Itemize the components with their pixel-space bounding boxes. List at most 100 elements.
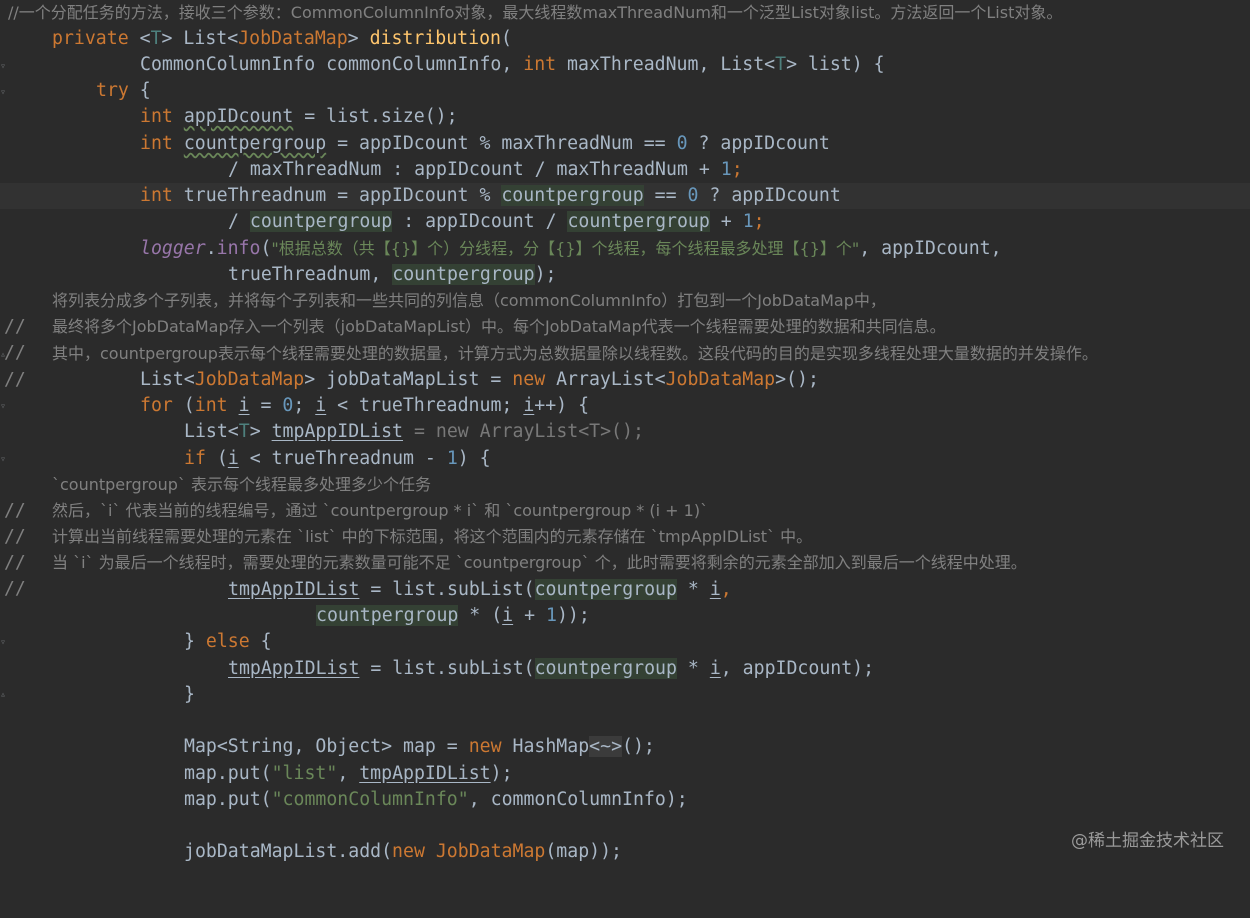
code-token: (); — [622, 736, 655, 757]
field-token: logger — [140, 238, 206, 259]
code-token: > list) { — [786, 54, 885, 75]
variable-token: countpergroup — [534, 658, 677, 679]
code-token: , commonColumnInfo); — [468, 789, 688, 810]
code-text: / countpergroup : appIDcount / countperg… — [228, 209, 765, 235]
comment-line: //一个分配任务的方法，接收三个参数：CommonColumnInfo对象，最大… — [0, 0, 1250, 26]
code-line-3: try { — [0, 78, 1250, 104]
keyword-token: try — [96, 80, 129, 101]
comment-line: // `countpergroup` 表示每个线程最多处理多少个任务 — [0, 472, 1250, 521]
code-token: > List< — [161, 28, 239, 49]
code-line-29: Map<String, Object> map = new HashMap<~>… — [0, 734, 1250, 760]
code-text: logger.info("根据总数（共【{}】个）分线程，分【{}】个线程，每个… — [140, 236, 1002, 262]
code-text: } else { — [184, 629, 272, 655]
comment-text: //一个分配任务的方法，接收三个参数：CommonColumnInfo对象，最大… — [8, 3, 1063, 22]
method-token: info — [216, 238, 261, 259]
variable-token: countpergroup — [534, 579, 677, 600]
code-text: List<JobDataMap> jobDataMapList = new Ar… — [140, 367, 819, 393]
type-param-token: T — [238, 421, 250, 442]
code-token: map.put( — [184, 789, 272, 810]
string-token: "根据总数（共【{}】个）分线程，分【{}】个线程，每个线程最多处理【{}】个" — [271, 239, 860, 258]
code-token: ? appIDcount — [698, 185, 841, 206]
comment-text: 然后，`i` 代表当前的线程编号，通过 `countpergroup * i` … — [52, 501, 709, 520]
code-line-15: for (int i = 0; i < trueThreadnum; i++) … — [0, 393, 1250, 419]
code-editor[interactable]: ▿ ▿ ▵ ▿ ▿ ▿ ▵ //一个分配任务的方法，接收三个参数：CommonC… — [0, 0, 1250, 873]
type-param-token: T — [150, 28, 162, 49]
variable-token: countpergroup — [392, 264, 535, 285]
code-token: , — [720, 579, 732, 600]
variable-token: countpergroup — [183, 133, 327, 154]
variable-token: appIDcount — [183, 106, 294, 127]
code-line-16: List<T> tmpAppIDList = new ArrayList<T>(… — [0, 419, 1250, 445]
code-token: > — [347, 28, 370, 49]
code-text: map.put("commonColumnInfo", commonColumn… — [184, 787, 688, 813]
code-text: try { — [96, 78, 151, 104]
code-token: . — [205, 238, 217, 259]
variable-token: i — [709, 579, 721, 600]
code-text: for (int i = 0; i < trueThreadnum; i++) … — [140, 393, 589, 419]
code-token: ++) { — [534, 395, 590, 416]
code-text: jobDataMapList.add(new JobDataMap(map)); — [184, 839, 622, 865]
code-token: ; — [293, 395, 316, 416]
keyword-token: new — [468, 736, 502, 757]
code-token: ( — [172, 395, 195, 416]
code-line-25: } else { — [0, 629, 1250, 655]
comment-text: 其中，countpergroup表示每个线程需要处理的数据量，计算方式为总数据量… — [52, 344, 1098, 363]
comment-line: // 将列表分成多个子列表，并将每个子列表和一些共同的列信息（commonCol… — [0, 288, 1250, 337]
comment-line: // 当 `i` 为最后一个线程时，需要处理的元素数量可能不足 `countpe… — [0, 550, 1250, 599]
code-line-31: map.put("commonColumnInfo", commonColumn… — [0, 787, 1250, 813]
code-token: jobDataMapList.add( — [184, 841, 393, 862]
code-token: + — [709, 211, 743, 232]
code-line-6: / maxThreadNum : appIDcount / maxThreadN… — [0, 157, 1250, 183]
number-token: 1 — [446, 448, 458, 469]
code-line-27: } — [0, 682, 1250, 708]
class-token: JobDataMap — [194, 369, 305, 390]
code-token: = — [249, 395, 283, 416]
code-token: ; — [731, 159, 743, 180]
code-token: >(); — [775, 369, 819, 390]
number-token: 1 — [742, 211, 754, 232]
code-token: , appIDcount); — [720, 658, 875, 679]
code-token: } — [184, 631, 206, 652]
code-token: = new ArrayList<T>(); — [403, 421, 644, 442]
code-token: { — [128, 80, 151, 101]
code-token: )); — [556, 605, 590, 626]
code-text: List<T> tmpAppIDList = new ArrayList<T>(… — [184, 419, 644, 445]
code-text: trueThreadnum, countpergroup); — [228, 262, 557, 288]
keyword-token: for — [140, 395, 173, 416]
class-token: JobDataMap — [665, 369, 776, 390]
number-token: 0 — [282, 395, 294, 416]
code-text: / maxThreadNum : appIDcount / maxThreadN… — [228, 157, 743, 183]
code-token: ); — [490, 763, 513, 784]
string-token: "list" — [271, 763, 338, 784]
keyword-token: new — [392, 841, 425, 862]
code-token: / — [228, 211, 250, 232]
keyword-token: int — [140, 185, 173, 206]
number-token: 1 — [720, 159, 732, 180]
method-name-token: distribution — [369, 28, 501, 49]
code-token: > jobDataMapList = — [304, 369, 513, 390]
comment-line: // 其中，countpergroup表示每个线程需要处理的数据量，计算方式为总… — [0, 341, 1250, 390]
code-line-24: countpergroup * (i + 1)); — [0, 603, 1250, 629]
code-token: trueThreadnum, — [228, 264, 393, 285]
code-token: CommonColumnInfo commonColumnInfo, — [140, 54, 524, 75]
code-line-9: logger.info("根据总数（共【{}】个）分线程，分【{}】个线程，每个… — [0, 236, 1250, 262]
code-token: maxThreadNum, List< — [556, 54, 776, 75]
keyword-token: int — [194, 395, 228, 416]
comment-text: 计算出当前线程需要处理的元素在 `list` 中的下标范围，将这个范围内的元素存… — [52, 527, 813, 546]
code-token: > — [249, 421, 272, 442]
code-token: < — [128, 28, 151, 49]
class-token: JobDataMap — [435, 841, 546, 862]
variable-token: countpergroup — [567, 211, 710, 232]
code-token: List< — [140, 369, 195, 390]
variable-token: tmpAppIDList — [228, 579, 360, 600]
code-token: ); — [534, 264, 557, 285]
comment-line: // 然后，`i` 代表当前的线程编号，通过 `countpergroup * … — [0, 498, 1250, 547]
code-line-33: jobDataMapList.add(new JobDataMap(map)); — [0, 839, 1250, 865]
code-text: tmpAppIDList = list.subList(countpergrou… — [228, 656, 874, 682]
number-token: 0 — [676, 133, 688, 154]
code-token: (map)); — [545, 841, 623, 862]
code-line-8: / countpergroup : appIDcount / countperg… — [0, 209, 1250, 235]
class-token: JobDataMap — [238, 28, 348, 49]
variable-token: tmpAppIDList — [228, 658, 360, 679]
